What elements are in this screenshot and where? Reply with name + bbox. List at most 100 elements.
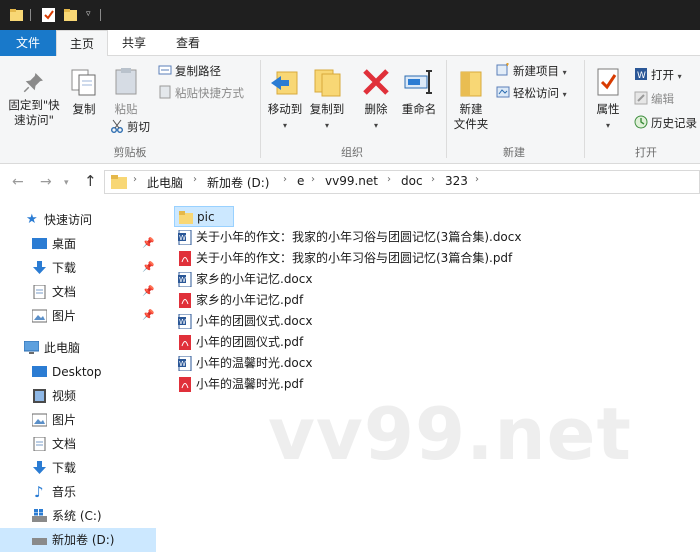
ribbon: 固定到"快 速访问" 复制 粘贴 复制路径 粘贴快捷方式 剪切 剪贴板 移动到 ▾… bbox=[0, 56, 700, 164]
paste-shortcut-button[interactable]: 粘贴快捷方式 bbox=[158, 84, 244, 102]
nav-videos[interactable]: 视频 bbox=[0, 384, 156, 408]
computer-icon bbox=[24, 341, 39, 354]
copy-button[interactable]: 复制 bbox=[66, 66, 102, 117]
recent-locations-chevron-down-icon[interactable]: ▾ bbox=[64, 178, 69, 188]
breadcrumb-chevron-icon[interactable]: › bbox=[475, 174, 479, 185]
cut-label: 剪切 bbox=[127, 120, 150, 134]
nav-documents[interactable]: 文档 bbox=[0, 432, 156, 456]
forward-arrow-icon[interactable]: → bbox=[40, 174, 52, 190]
desktop-icon bbox=[32, 366, 47, 377]
folder-icon[interactable] bbox=[10, 8, 23, 22]
rename-button[interactable]: 重命名 bbox=[398, 66, 440, 117]
properties-label: 属性 bbox=[596, 102, 620, 116]
cut-button[interactable]: 剪切 bbox=[110, 118, 150, 136]
star-icon: ★ bbox=[26, 212, 38, 227]
paste-button[interactable]: 粘贴 bbox=[108, 66, 144, 117]
picture-icon bbox=[32, 309, 47, 323]
up-arrow-icon[interactable]: ↑ bbox=[84, 172, 97, 190]
file-list: pic W 关于小年的作文：我家的小年习俗与团圆记忆(3篇合集).docx 关于… bbox=[156, 200, 700, 540]
edit-button[interactable]: 编辑 bbox=[634, 90, 674, 108]
nav-label: 新加卷 (D:) bbox=[52, 533, 115, 547]
pin-icon[interactable]: 📌 bbox=[142, 304, 154, 328]
dropdown-caret-icon: ▾ bbox=[605, 121, 610, 130]
new-folder-icon[interactable] bbox=[64, 8, 77, 22]
nav-documents-pinned[interactable]: 文档 📌 bbox=[0, 280, 156, 304]
nav-music[interactable]: ♪ 音乐 bbox=[0, 480, 156, 504]
nav-this-pc[interactable]: 此电脑 bbox=[0, 336, 156, 360]
breadcrumb-chevron-icon[interactable]: › bbox=[387, 174, 391, 185]
open-button[interactable]: W 打开 ▾ bbox=[634, 66, 682, 84]
delete-x-icon bbox=[363, 69, 389, 95]
toolbar-separator bbox=[30, 9, 31, 21]
nav-pictures[interactable]: 图片 bbox=[0, 408, 156, 432]
breadcrumb-vv99[interactable]: vv99.net bbox=[325, 174, 378, 188]
file-name: pic bbox=[197, 210, 215, 224]
nav-quick-access[interactable]: ★ 快速访问 bbox=[0, 208, 156, 232]
delete-button[interactable]: 删除 ▾ bbox=[358, 66, 394, 133]
breadcrumb-chevron-icon[interactable]: › bbox=[431, 174, 435, 185]
pin-icon[interactable]: 📌 bbox=[142, 232, 154, 256]
new-item-label: 新建项目 bbox=[513, 64, 559, 78]
document-icon bbox=[33, 437, 46, 451]
nav-label: 文档 bbox=[52, 437, 77, 451]
history-icon bbox=[634, 115, 648, 129]
pdf-document-icon bbox=[179, 293, 191, 308]
nav-downloads[interactable]: 下载 bbox=[0, 456, 156, 480]
copy-to-icon bbox=[314, 69, 341, 97]
tab-view[interactable]: 查看 bbox=[162, 30, 214, 56]
drive-icon bbox=[32, 538, 47, 545]
file-name: 小年的温馨时光.docx bbox=[196, 356, 313, 370]
address-bar[interactable]: › 此电脑 › 新加卷 (D:) › e › vv99.net › doc › … bbox=[104, 170, 700, 194]
toolbar-separator bbox=[100, 9, 101, 21]
clipboard-group-label: 剪贴板 bbox=[113, 146, 147, 159]
history-button[interactable]: 历史记录 bbox=[634, 114, 697, 132]
properties-icon bbox=[597, 68, 619, 96]
nav-desktop-pinned[interactable]: 桌面 📌 bbox=[0, 232, 156, 256]
breadcrumb-e[interactable]: e bbox=[297, 174, 304, 188]
dropdown-caret-icon: ▾ bbox=[373, 121, 378, 130]
breadcrumb-chevron-icon[interactable]: › bbox=[133, 174, 137, 185]
easy-access-button[interactable]: 轻松访问 ▾ bbox=[496, 84, 567, 102]
nav-downloads-pinned[interactable]: 下载 📌 bbox=[0, 256, 156, 280]
group-separator bbox=[260, 60, 261, 158]
properties-check-icon[interactable] bbox=[42, 8, 55, 22]
tab-home[interactable]: 主页 bbox=[56, 30, 108, 57]
back-arrow-icon[interactable]: ← bbox=[12, 174, 24, 190]
nav-label: 图片 bbox=[52, 309, 77, 323]
breadcrumb-chevron-icon[interactable]: › bbox=[311, 174, 315, 185]
breadcrumb-drive-d[interactable]: 新加卷 (D:) bbox=[207, 174, 269, 191]
copy-path-button[interactable]: 复制路径 bbox=[158, 62, 221, 80]
nav-new-volume-d[interactable]: 新加卷 (D:) bbox=[0, 528, 156, 552]
nav-label: 系统 (C:) bbox=[52, 509, 102, 523]
nav-desktop[interactable]: Desktop bbox=[0, 360, 156, 384]
list-item-folder-pic[interactable]: pic bbox=[174, 206, 234, 227]
new-item-button[interactable]: 新建项目 ▾ bbox=[496, 62, 567, 80]
breadcrumb-doc[interactable]: doc bbox=[401, 174, 423, 188]
breadcrumb-chevron-icon[interactable]: › bbox=[193, 174, 197, 185]
move-to-button[interactable]: 移动到 ▾ bbox=[264, 66, 306, 133]
edit-pencil-icon bbox=[634, 91, 648, 105]
pin-icon[interactable]: 📌 bbox=[142, 280, 154, 304]
breadcrumb-this-pc[interactable]: 此电脑 bbox=[147, 174, 183, 191]
copy-to-button[interactable]: 复制到 ▾ bbox=[306, 66, 348, 133]
file-name: 关于小年的作文：我家的小年习俗与团圆记忆(3篇合集).pdf bbox=[196, 251, 513, 265]
properties-button[interactable]: 属性 ▾ bbox=[590, 66, 626, 133]
new-folder-button[interactable]: 新建 文件夹 bbox=[450, 66, 492, 132]
tab-file[interactable]: 文件 bbox=[0, 30, 56, 56]
breadcrumb-chevron-icon[interactable]: › bbox=[283, 174, 287, 185]
tab-share[interactable]: 共享 bbox=[110, 30, 158, 56]
nav-system-c[interactable]: 系统 (C:) bbox=[0, 504, 156, 528]
pin-icon[interactable]: 📌 bbox=[142, 256, 154, 280]
video-icon bbox=[33, 389, 46, 403]
dropdown-caret-icon: ▾ bbox=[677, 72, 682, 81]
customize-toolbar-caret-icon[interactable]: ▿ bbox=[86, 9, 91, 19]
nav-pictures-pinned[interactable]: 图片 📌 bbox=[0, 304, 156, 328]
word-document-icon: W bbox=[178, 356, 192, 371]
ribbon-tabs: 文件 主页 共享 查看 bbox=[0, 30, 700, 57]
copy-to-label: 复制到 bbox=[309, 102, 345, 116]
svg-text:W: W bbox=[179, 318, 186, 326]
nav-label: 图片 bbox=[52, 413, 77, 427]
breadcrumb-323[interactable]: 323 bbox=[445, 174, 468, 188]
pin-quick-access-button[interactable]: 固定到"快 速访问" bbox=[4, 70, 64, 128]
organize-group-label: 组织 bbox=[341, 146, 363, 159]
